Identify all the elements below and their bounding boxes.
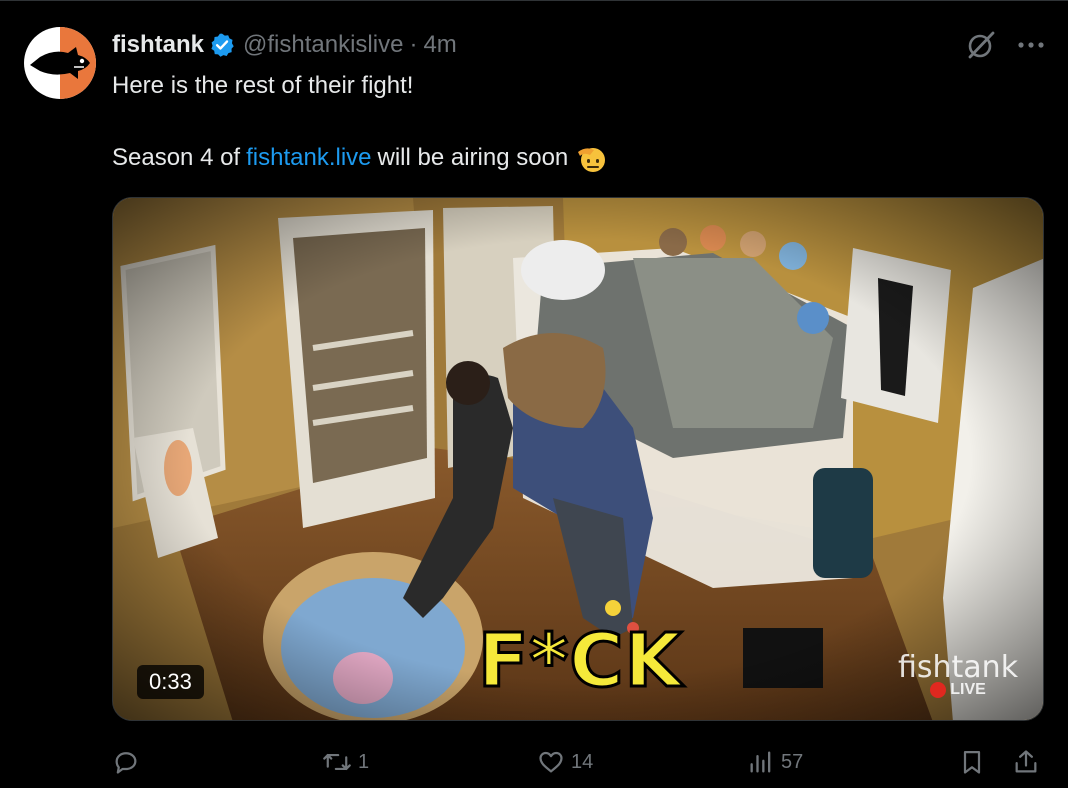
verified-badge-icon (209, 32, 235, 58)
tweet-line-2-suffix: will be airing soon (377, 144, 569, 171)
reply-icon (112, 748, 140, 776)
heart-icon (537, 748, 565, 776)
views-count: 57 (781, 750, 804, 773)
tweet-top-actions (964, 28, 1048, 62)
bookmark-icon (958, 748, 986, 776)
repost-button[interactable]: 1 (322, 742, 369, 782)
bookmark-button[interactable] (958, 742, 986, 782)
avatar[interactable] (24, 27, 96, 99)
tweet-actions: 1 14 57 (112, 742, 1044, 782)
tweet-line-2-prefix: Season 4 of (112, 144, 241, 171)
share-icon (1012, 748, 1040, 776)
tweet-line-2: Season 4 of fishtank.live will be airing… (112, 140, 1032, 176)
fishtank-watermark: fishtank LIVE (898, 650, 1018, 699)
author-name[interactable]: fishtank (112, 31, 204, 59)
like-button[interactable]: 14 (537, 742, 593, 782)
views-icon (747, 748, 775, 776)
post-time[interactable]: 4m (423, 31, 456, 59)
video-player[interactable]: 0:33 F*CK fishtank LIVE (112, 197, 1044, 721)
video-caption: F*CK (477, 617, 684, 706)
tweet-text: Here is the rest of their fight! Season … (112, 68, 1032, 176)
reply-button[interactable] (112, 742, 140, 782)
live-dot-icon (930, 682, 947, 698)
grok-icon[interactable] (964, 28, 998, 62)
tweet[interactable]: fishtank @fishtankislive · 4m Here is th… (0, 0, 1068, 788)
fishtank-link[interactable]: fishtank.live (246, 140, 371, 176)
more-options-icon[interactable] (1014, 28, 1048, 62)
repost-count: 1 (358, 750, 370, 773)
video-duration: 0:33 (137, 665, 204, 699)
separator-dot: · (409, 31, 418, 58)
views-button[interactable]: 57 (747, 742, 803, 782)
repost-icon (322, 748, 352, 776)
tweet-line-1: Here is the rest of their fight! (112, 72, 414, 99)
like-count: 14 (571, 750, 594, 773)
fish-logo-icon (30, 47, 90, 79)
share-button[interactable] (1012, 742, 1040, 782)
watermark-name: fishtank (898, 650, 1019, 685)
tweet-header: fishtank @fishtankislive · 4m (112, 30, 457, 60)
author-handle[interactable]: @fishtankislive (243, 31, 403, 59)
saluting-face-icon (576, 142, 608, 174)
watermark-live-label: LIVE (950, 681, 986, 698)
